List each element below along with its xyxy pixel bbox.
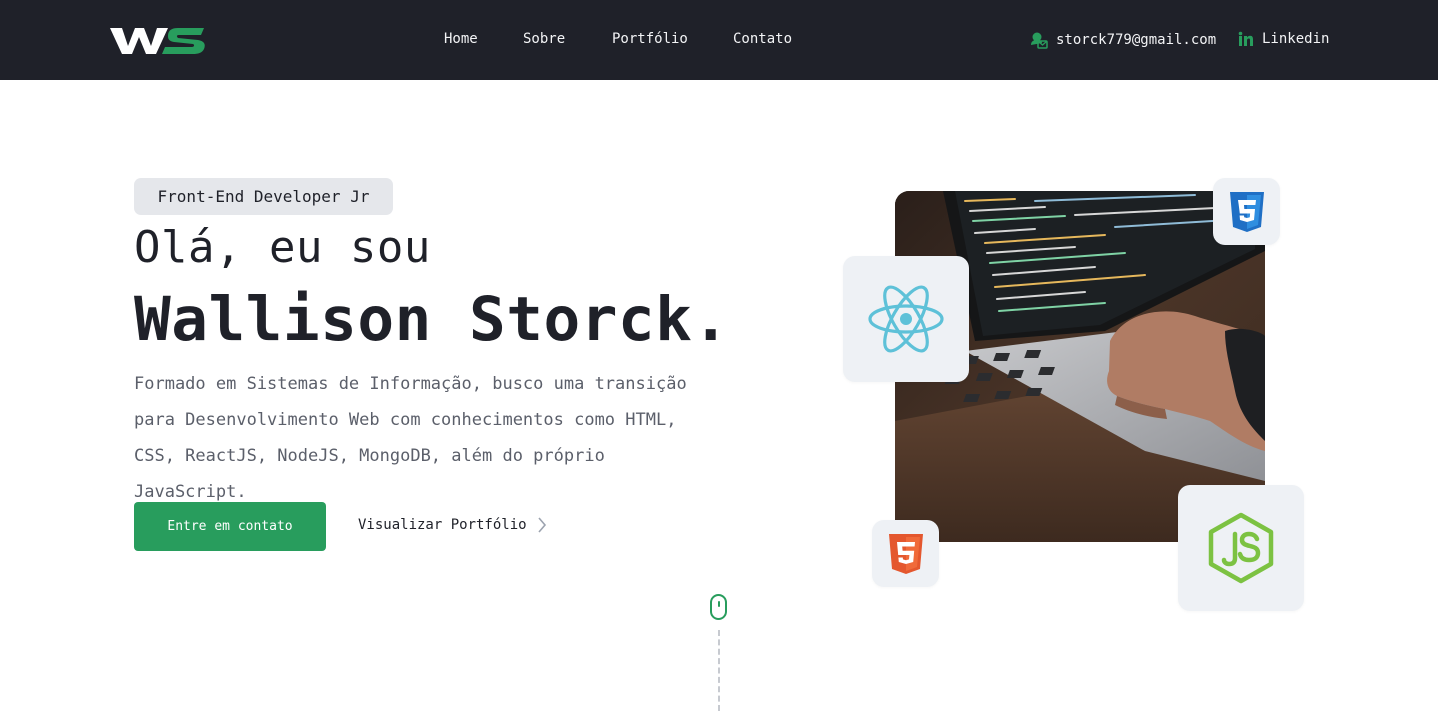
nav-sobre[interactable]: Sobre	[523, 31, 565, 47]
site-header: Home Sobre Portfólio Contato storck779@g…	[0, 0, 1438, 80]
scroll-line	[718, 630, 720, 711]
ws-logo[interactable]	[108, 22, 206, 58]
view-portfolio-label: Visualizar Portfólio	[358, 517, 527, 533]
view-portfolio-link[interactable]: Visualizar Portfólio	[358, 516, 547, 534]
hero-description: Formado em Sistemas de Informação, busco…	[134, 374, 687, 502]
nav-portfolio[interactable]: Portfólio	[612, 31, 688, 47]
nodejs-icon	[1208, 512, 1274, 584]
email-link[interactable]: storck779@gmail.com	[1030, 31, 1216, 49]
nav-home[interactable]: Home	[444, 31, 478, 47]
greeting-heading: Olá, eu sou	[134, 222, 431, 273]
nodejs-card	[1178, 485, 1304, 611]
role-badge: Front-End Developer Jr	[134, 178, 393, 215]
email-icon	[1031, 32, 1048, 49]
css3-icon	[1229, 191, 1264, 232]
css3-card	[1213, 178, 1280, 245]
html5-card	[872, 520, 939, 587]
linkedin-text: Linkedin	[1262, 31, 1330, 47]
email-text: storck779@gmail.com	[1056, 32, 1217, 48]
name-heading: Wallison Storck.	[134, 284, 730, 355]
linkedin-icon	[1238, 31, 1253, 46]
react-card	[843, 256, 969, 382]
react-icon	[868, 285, 944, 353]
chevron-right-icon	[537, 517, 546, 533]
contact-button[interactable]: Entre em contato	[134, 502, 326, 551]
scroll-mouse-icon[interactable]	[710, 594, 727, 620]
nav-contato[interactable]: Contato	[733, 31, 792, 47]
linkedin-link[interactable]: Linkedin	[1238, 31, 1329, 47]
html5-icon	[888, 533, 923, 574]
